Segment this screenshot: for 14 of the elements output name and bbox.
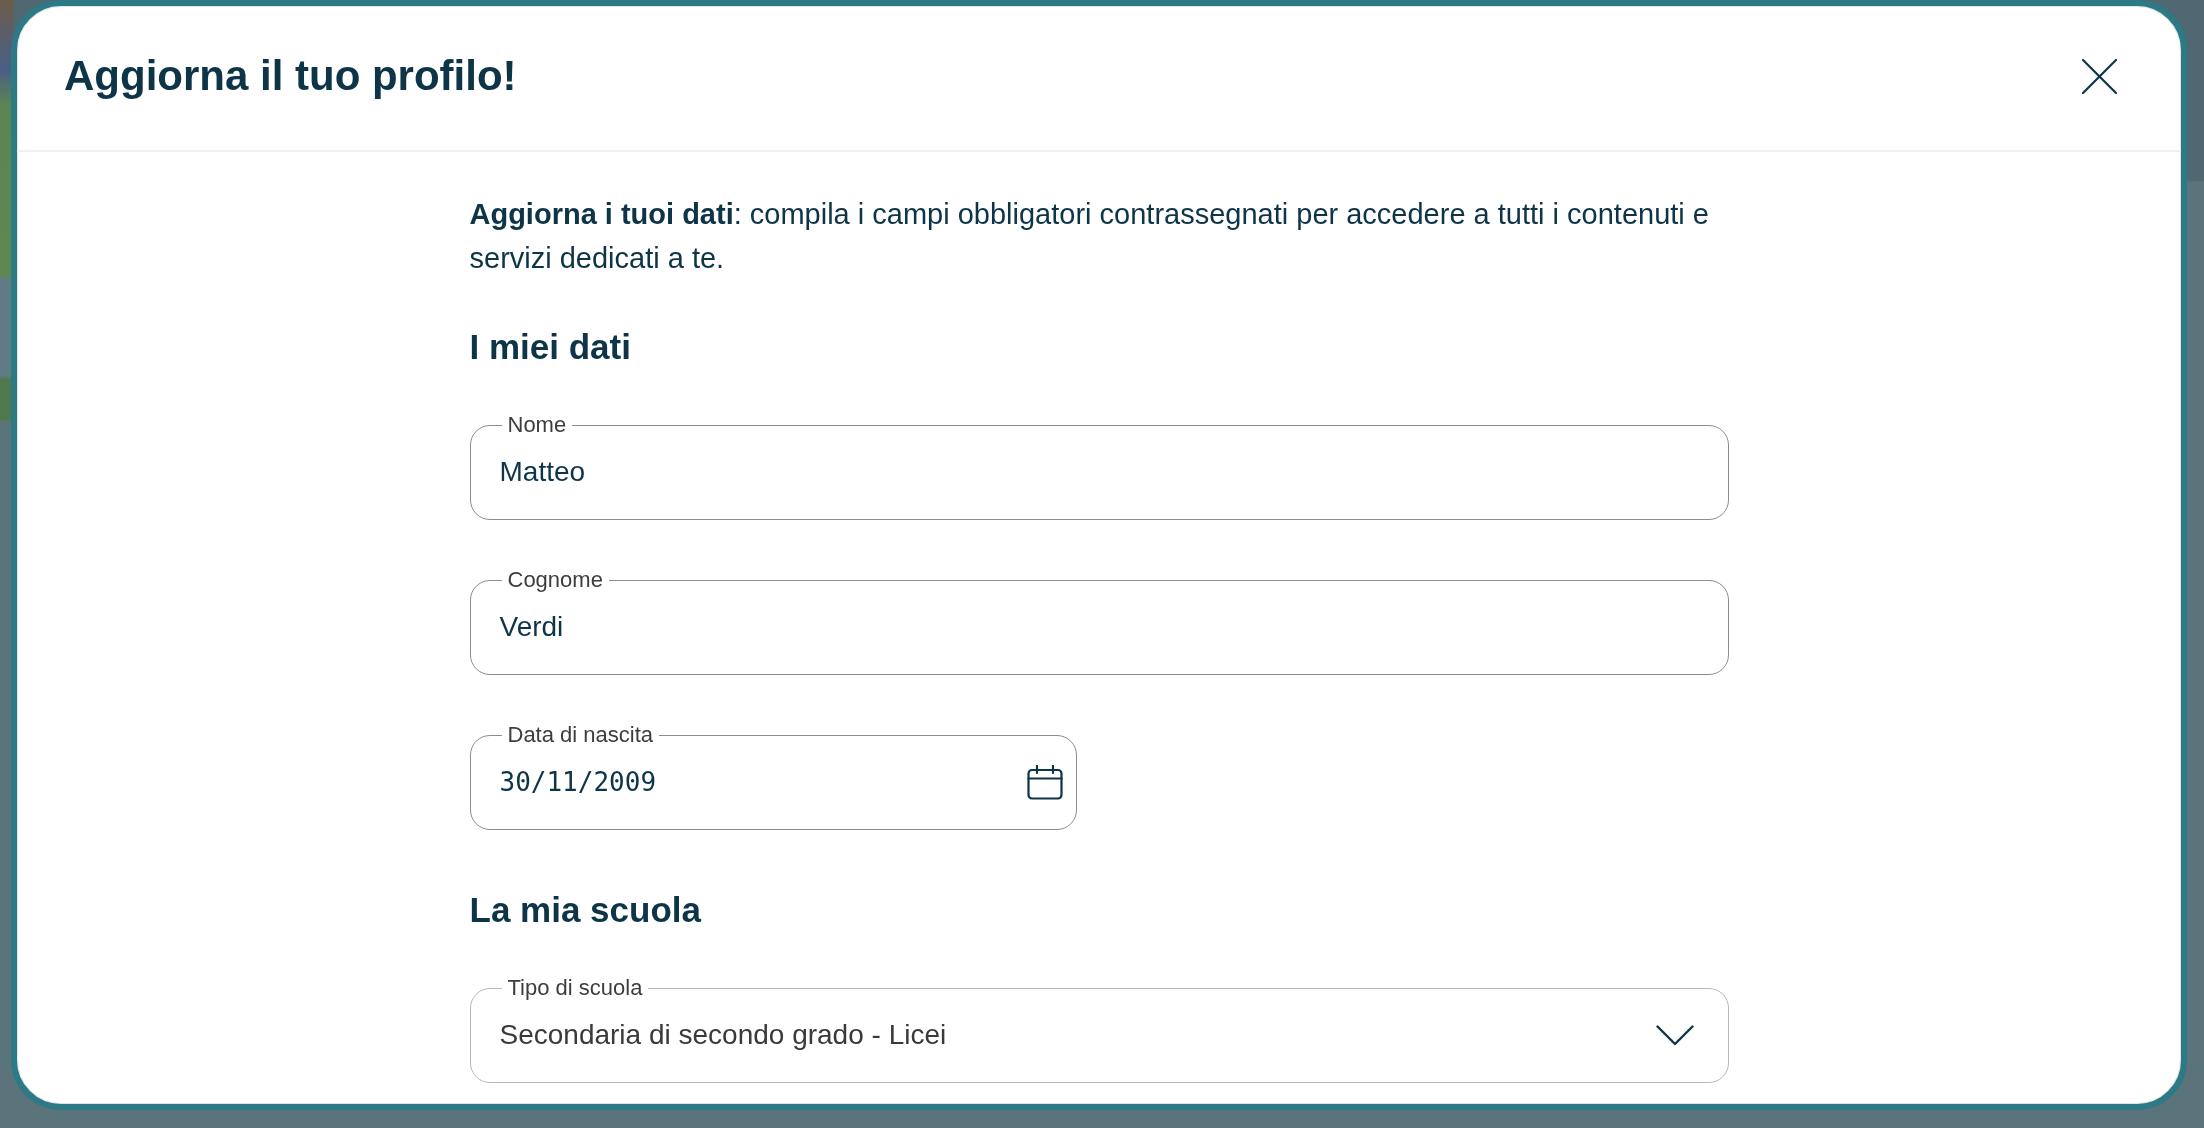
close-button[interactable] [2082,58,2117,94]
field-label: Nome [506,413,568,437]
intro-text: Aggiorna i tuoi dati: compila i campi obbligatori contrassegnati per accedere a tutti i contenuti e servizi dedicati a te. [469,197,1710,276]
field-label: Data di nascita [506,723,655,747]
calendar-icon [1026,764,1063,800]
chevron-down-icon [1655,1024,1694,1046]
date-field[interactable]: Data di nascita 30/11/2009 [469,723,1077,830]
close-icon [2082,58,2117,94]
section-heading: La mia scuola [469,889,703,931]
dialog-title: Aggiorna il tuo profilo! [64,51,517,101]
field-label: Cognome [506,568,604,592]
section-heading: I miei dati [469,326,632,368]
field-label: Tipo di scuola [506,976,644,1000]
dropdown-field[interactable]: Tipo di scuola Secondaria di secondo grado - Licei [469,976,1729,1083]
